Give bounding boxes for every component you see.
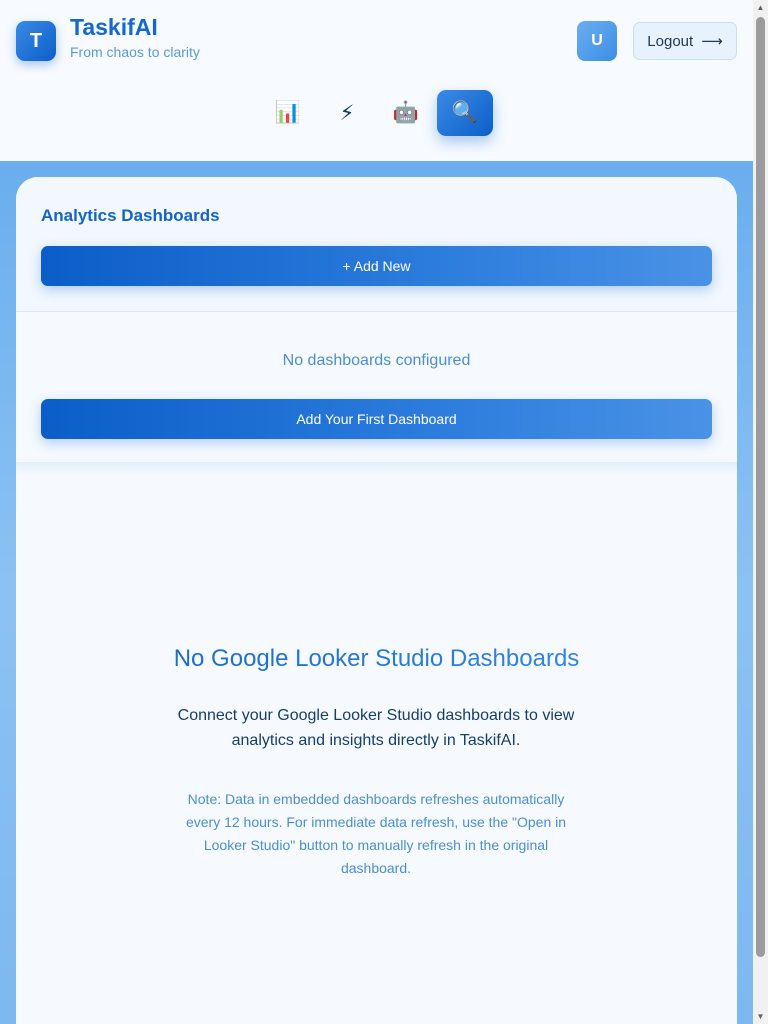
scroll-down-arrow-icon[interactable]: ▼ [753, 1009, 768, 1024]
dashboards-panel: Analytics Dashboards + Add New No dashbo… [16, 177, 737, 1024]
bar-chart-icon: 📊 [274, 101, 302, 124]
logo-badge[interactable]: T [16, 21, 56, 61]
nav-item-analytics[interactable]: 📊 [260, 90, 316, 136]
brand-name: TaskifAI [70, 14, 158, 40]
arrow-right-icon: ⟶ [701, 33, 723, 50]
logout-button[interactable]: Logout ⟶ [633, 22, 737, 60]
nav-item-ai-assistant[interactable]: 🤖 [378, 90, 434, 136]
vertical-scrollbar[interactable]: ▲ ▼ [753, 0, 768, 1024]
app-header: T TaskifAI From chaos to clarity U Logou… [0, 0, 753, 161]
nav-item-automation[interactable]: ⚡ [319, 90, 375, 136]
brand-tagline: From chaos to clarity [70, 44, 200, 60]
scrollbar-thumb[interactable] [756, 17, 765, 957]
panel-title: Analytics Dashboards [41, 206, 220, 225]
panel-header: Analytics Dashboards + Add New [16, 177, 737, 312]
logout-label: Logout [647, 32, 694, 50]
user-avatar[interactable]: U [577, 21, 617, 61]
section-divider [16, 462, 737, 476]
empty-list-text: No dashboards configured [282, 352, 471, 369]
empty-state-description: Connect your Google Looker Studio dashbo… [177, 707, 575, 749]
empty-state-title: No Google Looker Studio Dashboards [16, 645, 737, 673]
empty-state-note: Note: Data in embedded dashboards refres… [185, 791, 567, 876]
lightning-icon: ⚡ [339, 101, 355, 125]
nav-item-search[interactable]: 🔍 [437, 90, 493, 136]
search-icon: 🔍 [451, 101, 479, 124]
robot-icon: 🤖 [392, 101, 420, 124]
add-new-button[interactable]: + Add New [41, 246, 712, 286]
add-first-dashboard-button[interactable]: Add Your First Dashboard [41, 399, 712, 439]
scroll-up-arrow-icon[interactable]: ▲ [753, 0, 768, 15]
